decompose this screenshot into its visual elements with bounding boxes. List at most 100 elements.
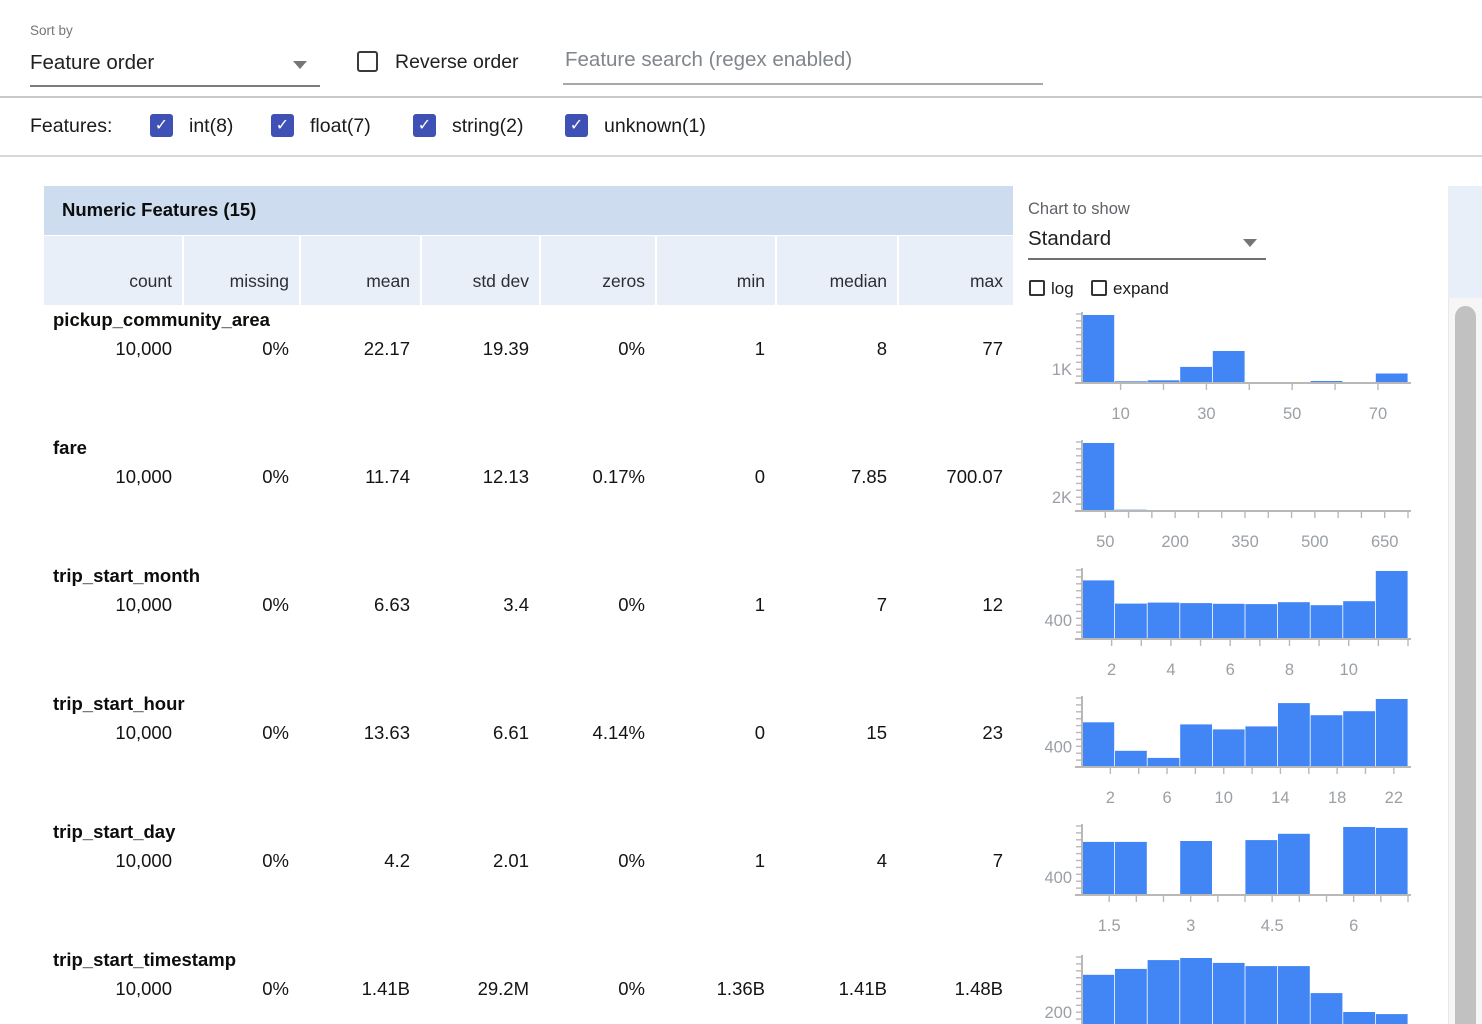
expand-checkbox[interactable] — [1091, 280, 1107, 296]
expand-checkbox-label: expand — [1113, 279, 1169, 299]
svg-text:1.5: 1.5 — [1098, 917, 1121, 935]
stat-value-zeros: 4.14% — [539, 722, 645, 744]
svg-text:3: 3 — [1186, 917, 1195, 935]
svg-text:650: 650 — [1371, 533, 1399, 551]
stat-value-zeros: 0.17% — [539, 466, 645, 488]
column-header: missing — [182, 236, 299, 305]
histogram-trip_start_timestamp[interactable]: 200 — [1030, 945, 1430, 1024]
histogram-trip_start_day[interactable]: 1.534.56400 — [1030, 817, 1430, 945]
stat-value-median: 15 — [775, 722, 887, 744]
histogram-trip_start_month[interactable]: 246810400 — [1030, 561, 1430, 689]
stat-value-missing: 0% — [182, 466, 289, 488]
stat-value-median: 7.85 — [775, 466, 887, 488]
stat-value-missing: 0% — [182, 978, 289, 1000]
stat-value-std-dev: 29.2M — [420, 978, 529, 1000]
checkbox-check-icon: ✓ — [276, 118, 289, 134]
svg-text:6: 6 — [1226, 661, 1235, 679]
stat-value-missing: 0% — [182, 722, 289, 744]
stat-value-min: 1.36B — [655, 978, 765, 1000]
feature-type-checkbox[interactable]: ✓ — [271, 114, 294, 137]
header-right-strip — [1448, 186, 1482, 298]
svg-text:350: 350 — [1231, 533, 1259, 551]
stat-value-count: 10,000 — [44, 466, 172, 488]
stat-value-zeros: 0% — [539, 850, 645, 872]
column-header: mean — [299, 236, 420, 305]
reverse-order-label: Reverse order — [395, 51, 519, 74]
stat-value-median: 4 — [775, 850, 887, 872]
feature-type-checkbox[interactable]: ✓ — [565, 114, 588, 137]
chevron-down-icon[interactable] — [1243, 239, 1257, 247]
stat-value-missing: 0% — [182, 594, 289, 616]
feature-name: fare — [53, 437, 87, 459]
histogram-fare[interactable]: 502003505006502K — [1030, 433, 1430, 561]
stat-value-mean: 13.63 — [299, 722, 410, 744]
column-header: count — [44, 236, 182, 305]
svg-text:10: 10 — [1215, 789, 1233, 807]
stat-value-max: 7 — [897, 850, 1003, 872]
svg-text:8: 8 — [1285, 661, 1294, 679]
checkbox-check-icon: ✓ — [418, 118, 431, 134]
stat-value-count: 10,000 — [44, 722, 172, 744]
checkbox-check-icon: ✓ — [570, 118, 583, 134]
stat-value-mean: 6.63 — [299, 594, 410, 616]
svg-text:14: 14 — [1271, 789, 1289, 807]
feature-name: trip_start_hour — [53, 693, 185, 715]
chart-to-show-select[interactable]: Standard — [1028, 227, 1111, 251]
feature-type-checkbox[interactable]: ✓ — [413, 114, 436, 137]
svg-text:2K: 2K — [1052, 489, 1072, 507]
stat-value-std-dev: 19.39 — [420, 338, 529, 360]
sort-by-label: Sort by — [30, 23, 73, 38]
stat-value-std-dev: 3.4 — [420, 594, 529, 616]
chevron-down-icon[interactable] — [293, 61, 307, 69]
svg-text:200: 200 — [1044, 1004, 1072, 1022]
stat-value-zeros: 0% — [539, 594, 645, 616]
svg-text:10: 10 — [1111, 405, 1129, 423]
svg-text:22: 22 — [1385, 789, 1403, 807]
histogram-trip_start_hour[interactable]: 2610141822400 — [1030, 689, 1430, 817]
feature-name: trip_start_timestamp — [53, 949, 236, 971]
scrollbar-thumb[interactable] — [1455, 306, 1476, 1024]
svg-text:50: 50 — [1283, 405, 1301, 423]
stat-value-mean: 4.2 — [299, 850, 410, 872]
svg-text:30: 30 — [1197, 405, 1215, 423]
feature-type-label: unknown(1) — [604, 115, 706, 138]
stat-value-count: 10,000 — [44, 338, 172, 360]
svg-text:50: 50 — [1096, 533, 1114, 551]
sort-by-select[interactable]: Feature order — [30, 51, 154, 75]
column-header: median — [775, 236, 897, 305]
stat-value-zeros: 0% — [539, 338, 645, 360]
stat-value-min: 0 — [655, 722, 765, 744]
numeric-features-title: Numeric Features (15) — [62, 199, 256, 221]
stat-value-std-dev: 2.01 — [420, 850, 529, 872]
log-checkbox-label: log — [1051, 279, 1074, 299]
toolbar-divider — [0, 96, 1482, 98]
svg-text:500: 500 — [1301, 533, 1329, 551]
stat-value-median: 8 — [775, 338, 887, 360]
stat-value-mean: 1.41B — [299, 978, 410, 1000]
feature-name: pickup_community_area — [53, 309, 270, 331]
stat-value-max: 1.48B — [897, 978, 1003, 1000]
stat-value-max: 12 — [897, 594, 1003, 616]
stat-value-median: 7 — [775, 594, 887, 616]
stat-value-count: 10,000 — [44, 978, 172, 1000]
feature-type-label: string(2) — [452, 115, 524, 138]
svg-text:1K: 1K — [1052, 361, 1072, 379]
reverse-order-checkbox[interactable] — [357, 51, 378, 72]
stat-value-max: 700.07 — [897, 466, 1003, 488]
svg-text:6: 6 — [1162, 789, 1171, 807]
stat-value-min: 1 — [655, 850, 765, 872]
feature-type-checkbox[interactable]: ✓ — [150, 114, 173, 137]
stat-value-max: 23 — [897, 722, 1003, 744]
log-checkbox[interactable] — [1029, 280, 1045, 296]
stat-value-min: 1 — [655, 594, 765, 616]
column-header: zeros — [539, 236, 655, 305]
stat-value-median: 1.41B — [775, 978, 887, 1000]
feature-search-input[interactable] — [563, 46, 1043, 85]
features-label: Features: — [30, 115, 112, 138]
svg-text:18: 18 — [1328, 789, 1346, 807]
stat-value-mean: 22.17 — [299, 338, 410, 360]
histogram-pickup_community_area[interactable]: 103050701K — [1030, 305, 1430, 433]
facets-overview: Sort by Feature order Reverse order Feat… — [0, 0, 1482, 1024]
stat-value-std-dev: 12.13 — [420, 466, 529, 488]
stat-value-min: 0 — [655, 466, 765, 488]
